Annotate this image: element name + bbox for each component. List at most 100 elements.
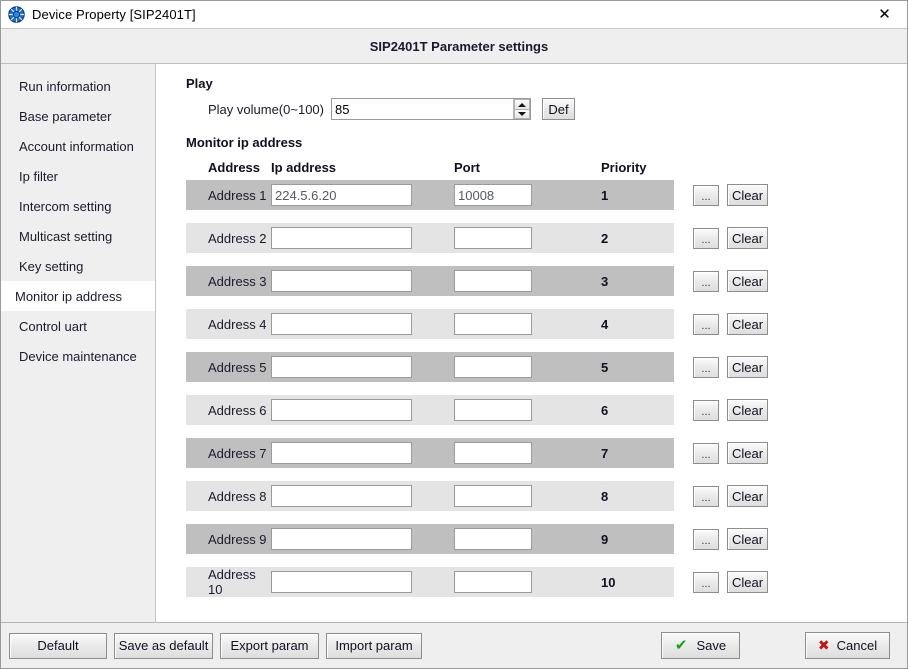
sidebar-item-key-setting[interactable]: Key setting — [1, 251, 155, 281]
ip-address-input[interactable] — [271, 184, 412, 206]
row-port-cell — [454, 528, 574, 550]
sidebar-item-account-information[interactable]: Account information — [1, 131, 155, 161]
clear-button[interactable]: Clear — [727, 184, 768, 206]
browse-button[interactable]: ... — [693, 270, 719, 292]
port-input[interactable] — [454, 485, 532, 507]
ip-address-input[interactable] — [271, 270, 412, 292]
sidebar-item-control-uart[interactable]: Control uart — [1, 311, 155, 341]
row-port-cell — [454, 442, 574, 464]
monitor-table-rows: Address 11...ClearAddress 22...ClearAddr… — [186, 180, 907, 597]
clear-button[interactable]: Clear — [727, 399, 768, 421]
row-ip-cell — [271, 528, 454, 550]
ip-address-input[interactable] — [271, 356, 412, 378]
browse-button[interactable]: ... — [693, 227, 719, 249]
port-input[interactable] — [454, 270, 532, 292]
clear-button[interactable]: Clear — [727, 313, 768, 335]
browse-button[interactable]: ... — [693, 313, 719, 335]
clear-button[interactable]: Clear — [727, 227, 768, 249]
cancel-button-label: Cancel — [836, 638, 878, 653]
row-priority-value: 4 — [601, 316, 609, 332]
play-volume-stepper[interactable] — [331, 98, 531, 120]
browse-button[interactable]: ... — [693, 184, 719, 206]
clear-button[interactable]: Clear — [727, 571, 768, 593]
ip-address-input[interactable] — [271, 528, 412, 550]
export-param-button[interactable]: Export param — [220, 632, 319, 659]
port-input[interactable] — [454, 184, 532, 206]
row-ip-cell — [271, 399, 454, 421]
port-input[interactable] — [454, 227, 532, 249]
row-address-label: Address 1 — [208, 187, 267, 203]
ip-address-input[interactable] — [271, 313, 412, 335]
browse-button[interactable]: ... — [693, 485, 719, 507]
table-row: Address 7 7... Clear — [186, 438, 907, 468]
page-title: SIP2401T Parameter settings — [369, 38, 549, 54]
sidebar-item-device-maintenance[interactable]: Device maintenance — [1, 341, 155, 371]
sidebar-item-intercom-setting[interactable]: Intercom setting — [1, 191, 155, 221]
play-volume-default-button[interactable]: Def — [542, 98, 575, 120]
check-icon: ✔ — [674, 636, 688, 654]
ip-address-input[interactable] — [271, 442, 412, 464]
import-param-button[interactable]: Import param — [326, 632, 422, 659]
table-row: Address 10 10... Clear — [186, 567, 907, 597]
play-volume-input[interactable] — [332, 99, 513, 119]
clear-button[interactable]: Clear — [727, 442, 768, 464]
browse-button[interactable]: ... — [693, 399, 719, 421]
browse-button[interactable]: ... — [693, 356, 719, 378]
chevron-up-icon[interactable] — [514, 99, 530, 109]
cancel-button[interactable]: ✖ Cancel — [805, 632, 890, 659]
sidebar-item-label: Intercom setting — [19, 198, 112, 214]
sidebar-item-base-parameter[interactable]: Base parameter — [1, 101, 155, 131]
table-row: Address 2 2... Clear — [186, 223, 907, 253]
row-ip-cell — [271, 184, 454, 206]
row-address-label: Address 6 — [208, 402, 267, 418]
sidebar-item-run-information[interactable]: Run information — [1, 71, 155, 101]
row-priority-value: 5 — [601, 359, 609, 375]
port-input[interactable] — [454, 313, 532, 335]
clear-button[interactable]: Clear — [727, 356, 768, 378]
sidebar-nav: Run information Base parameter Account inf… — [1, 64, 156, 622]
port-input[interactable] — [454, 442, 532, 464]
row-ip-cell — [271, 485, 454, 507]
ip-address-input[interactable] — [271, 571, 412, 593]
globe-icon — [8, 6, 25, 23]
monitor-table-header: Address Ip address Port Priority — [186, 156, 907, 178]
ip-address-input[interactable] — [271, 227, 412, 249]
sidebar-item-label: Ip filter — [19, 168, 59, 184]
window-title: Device Property [SIP2401T] — [32, 7, 196, 22]
default-button[interactable]: Default — [9, 632, 107, 659]
row-priority-value: 6 — [601, 402, 609, 418]
footer-bar: Default Save as default Export param Imp… — [1, 622, 907, 668]
sidebar-item-ip-filter[interactable]: Ip filter — [1, 161, 155, 191]
port-input[interactable] — [454, 399, 532, 421]
sidebar-item-monitor-ip-address[interactable]: Monitor ip address — [1, 281, 155, 311]
clear-button[interactable]: Clear — [727, 270, 768, 292]
browse-button[interactable]: ... — [693, 528, 719, 550]
ip-address-input[interactable] — [271, 399, 412, 421]
row-port-cell — [454, 227, 574, 249]
row-address-label: Address 3 — [208, 273, 267, 289]
browse-button[interactable]: ... — [693, 442, 719, 464]
sidebar-item-label: Run information — [19, 78, 111, 94]
row-address-label: Address 9 — [208, 531, 267, 547]
port-input[interactable] — [454, 528, 532, 550]
save-as-default-button[interactable]: Save as default — [114, 632, 213, 659]
clear-button[interactable]: Clear — [727, 485, 768, 507]
table-row: Address 6 6... Clear — [186, 395, 907, 425]
save-button[interactable]: ✔ Save — [661, 632, 740, 659]
save-button-label: Save — [696, 638, 727, 653]
close-icon[interactable]: ✕ — [862, 1, 907, 27]
row-port-cell — [454, 313, 574, 335]
browse-button[interactable]: ... — [693, 571, 719, 593]
port-input[interactable] — [454, 356, 532, 378]
row-ip-cell — [271, 227, 454, 249]
ip-address-input[interactable] — [271, 485, 412, 507]
sidebar-item-multicast-setting[interactable]: Multicast setting — [1, 221, 155, 251]
footer-left-buttons: Default Save as default Export param Imp… — [1, 632, 422, 659]
port-input[interactable] — [454, 571, 532, 593]
window-body: Run information Base parameter Account inf… — [1, 64, 907, 622]
table-row: Address 4 4... Clear — [186, 309, 907, 339]
row-address-label: Address 7 — [208, 445, 267, 461]
chevron-down-icon[interactable] — [514, 109, 530, 119]
clear-button[interactable]: Clear — [727, 528, 768, 550]
row-ip-cell — [271, 313, 454, 335]
